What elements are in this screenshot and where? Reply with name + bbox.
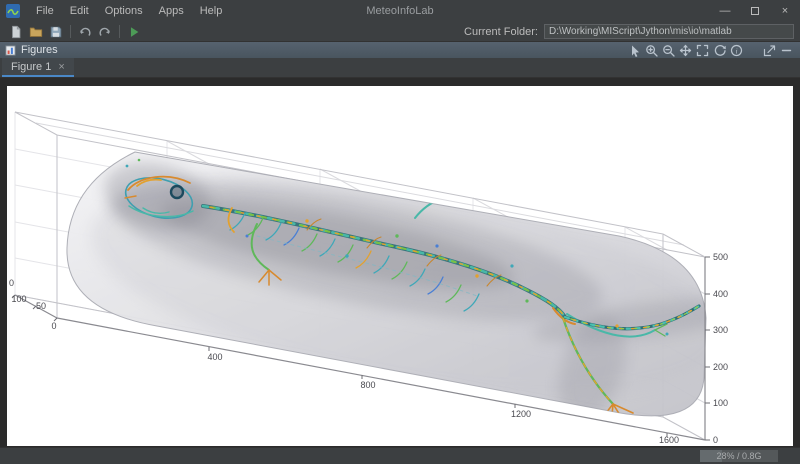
menu-help[interactable]: Help (192, 2, 231, 20)
maximize-icon (751, 7, 759, 15)
x-tick-label: 800 (360, 380, 375, 390)
rotate-button[interactable] (711, 43, 728, 58)
toolbar-separator (70, 25, 71, 38)
current-folder-group: Current Folder: (464, 24, 794, 39)
z-tick-label: 0 (713, 435, 718, 445)
open-icon (29, 25, 43, 39)
tab-figure-1[interactable]: Figure 1 × (2, 58, 74, 77)
zoom-in-icon (645, 44, 658, 57)
open-button[interactable] (26, 23, 46, 41)
identify-icon: i (730, 44, 743, 57)
float-panel-button[interactable] (761, 43, 778, 58)
minimize-button[interactable]: — (710, 0, 740, 22)
tab-label: Figure 1 (11, 61, 51, 73)
full-extent-button[interactable] (694, 43, 711, 58)
menubar: File Edit Options Apps Help (28, 2, 230, 20)
volume-rendering: 400 800 1200 1600 100 50 0 0 500 400 300… (7, 86, 793, 446)
svg-text:i: i (735, 46, 737, 55)
menu-edit[interactable]: Edit (62, 2, 97, 20)
close-button[interactable]: × (770, 0, 800, 22)
undo-button[interactable] (75, 23, 95, 41)
menu-file[interactable]: File (28, 2, 62, 20)
app-window: File Edit Options Apps Help MeteoInfoLab… (0, 0, 800, 464)
figure-canvas[interactable]: 400 800 1200 1600 100 50 0 0 500 400 300… (7, 86, 793, 446)
hide-icon (780, 44, 793, 57)
pan-icon (679, 44, 692, 57)
figure-tools: i (626, 43, 795, 58)
figure-tab-bar: Figure 1 × (0, 58, 800, 78)
figures-panel-header: Figures (0, 42, 800, 58)
pan-button[interactable] (677, 43, 694, 58)
zoom-out-icon (662, 44, 675, 57)
menu-apps[interactable]: Apps (151, 2, 192, 20)
hide-panel-button[interactable] (778, 43, 795, 58)
x-tick-label: 1600 (659, 435, 679, 445)
z-tick-label: 100 (713, 398, 728, 408)
z-tick-label: 0 (9, 278, 14, 288)
identify-button[interactable]: i (728, 43, 745, 58)
memory-indicator[interactable]: 28% / 0.8G (700, 450, 778, 462)
y-tick-label: 100 (11, 294, 26, 304)
select-tool-button[interactable] (626, 43, 643, 58)
current-folder-input[interactable] (544, 24, 794, 39)
z-tick-label: 300 (713, 325, 728, 335)
figures-content: 400 800 1200 1600 100 50 0 0 500 400 300… (0, 78, 800, 447)
main-toolbar: Current Folder: (0, 22, 800, 42)
save-icon (49, 25, 63, 39)
run-icon (127, 25, 141, 39)
new-script-icon (9, 25, 23, 39)
memory-usage-text: 28% / 0.8G (700, 450, 778, 462)
window-controls: — × (710, 0, 800, 22)
run-button[interactable] (124, 23, 144, 41)
figures-panel-title: Figures (21, 44, 58, 56)
y-tick-label: 50 (36, 301, 46, 311)
undo-icon (78, 25, 92, 39)
statusbar: 28% / 0.8G (0, 447, 800, 464)
tab-close-icon[interactable]: × (58, 61, 64, 73)
save-button[interactable] (46, 23, 66, 41)
maximize-button[interactable] (740, 0, 770, 22)
zoom-out-button[interactable] (660, 43, 677, 58)
redo-icon (98, 25, 112, 39)
new-script-button[interactable] (6, 23, 26, 41)
select-icon (628, 44, 641, 57)
redo-button[interactable] (95, 23, 115, 41)
float-icon (763, 44, 776, 57)
current-folder-label: Current Folder: (464, 26, 538, 38)
zoom-in-button[interactable] (643, 43, 660, 58)
x-tick-label: 400 (207, 352, 222, 362)
full-extent-icon (696, 44, 709, 57)
z-tick-label: 500 (713, 252, 728, 262)
x-tick-label: 1200 (511, 409, 531, 419)
toolbar-separator (119, 25, 120, 38)
menu-options[interactable]: Options (97, 2, 151, 20)
figures-panel-icon (5, 45, 16, 56)
titlebar: File Edit Options Apps Help MeteoInfoLab… (0, 0, 800, 22)
rotate-icon (713, 44, 726, 57)
z-tick-label: 200 (713, 362, 728, 372)
y-tick-label: 0 (51, 321, 56, 331)
z-tick-label: 400 (713, 289, 728, 299)
